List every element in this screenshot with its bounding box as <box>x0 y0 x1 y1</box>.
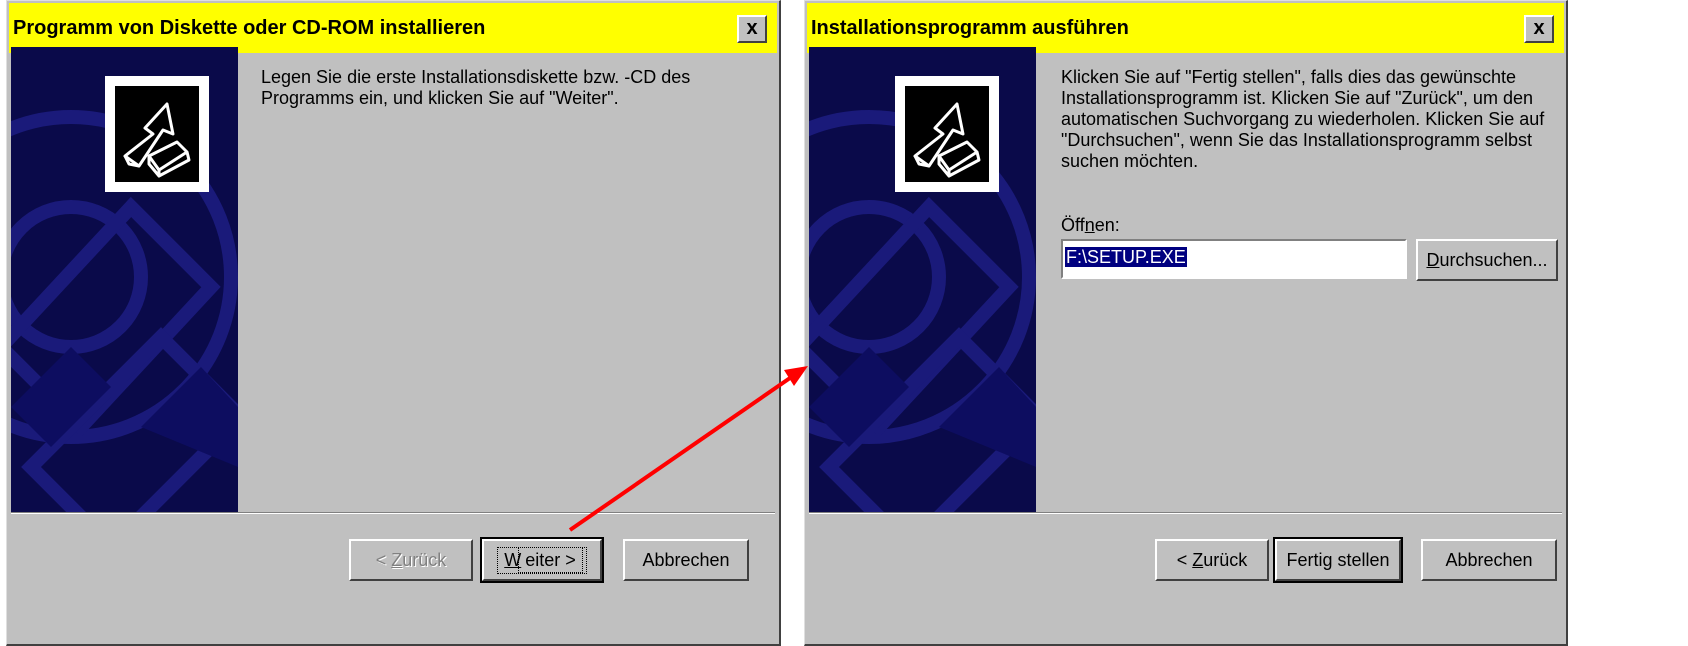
back-rest: urück <box>1203 549 1248 570</box>
open-label-pre: Öff <box>1061 215 1085 235</box>
title-bar: Programm von Diskette oder CD-ROM instal… <box>9 3 777 53</box>
close-icon: x <box>746 17 758 39</box>
next-mnemonic: W <box>504 549 522 570</box>
instruction-text: Klicken Sie auf "Fertig stellen", falls … <box>1061 67 1545 171</box>
back-prefix: < <box>1176 549 1193 570</box>
browse-mnemonic: D <box>1426 249 1440 270</box>
title-bar: Installationsprogramm ausführen x <box>807 3 1564 53</box>
open-path-value: F:\SETUP.EXE <box>1065 247 1187 267</box>
dialog-title: Programm von Diskette oder CD-ROM instal… <box>13 17 486 39</box>
setup-wizard-icon <box>895 76 999 192</box>
setup-wizard-icon <box>105 76 209 192</box>
next-button-label: Weiter > <box>497 546 587 574</box>
finish-label: Fertig stellen <box>1286 549 1390 570</box>
instruction-text: Legen Sie die erste Installationsdiskett… <box>261 67 691 108</box>
open-label-post: en: <box>1094 215 1120 235</box>
next-button[interactable]: Weiter > <box>480 537 604 583</box>
cancel-label: Abbrechen <box>1445 549 1533 570</box>
browse-button[interactable]: Durchsuchen... <box>1416 239 1558 281</box>
open-label-mnemonic: n <box>1084 215 1095 235</box>
separator-highlight <box>11 513 775 514</box>
run-installer-dialog: Installationsprogramm ausführen x Klicke… <box>804 0 1568 646</box>
back-rest: urück <box>402 549 447 570</box>
next-rest: eiter > <box>518 546 583 573</box>
back-button[interactable]: < Zurück <box>349 539 473 581</box>
back-button-label: < Zurück <box>1177 550 1248 571</box>
back-button[interactable]: < Zurück <box>1155 539 1269 581</box>
close-button[interactable]: x <box>1524 15 1554 43</box>
back-mnemonic: Z <box>391 549 403 570</box>
back-button-label: < Zurück <box>376 550 447 571</box>
open-path-input[interactable]: F:\SETUP.EXE <box>1061 239 1407 279</box>
dialog-title: Installationsprogramm ausführen <box>811 17 1129 39</box>
separator-highlight <box>809 513 1562 514</box>
browse-label: Durchsuchen... <box>1426 250 1547 271</box>
close-button[interactable]: x <box>737 15 767 43</box>
browse-rest: urchsuchen... <box>1439 249 1548 270</box>
open-label: Öffnen: <box>1061 215 1120 236</box>
cancel-button[interactable]: Abbrechen <box>1421 539 1557 581</box>
cancel-label: Abbrechen <box>642 549 730 570</box>
close-icon: x <box>1533 17 1545 39</box>
cancel-button[interactable]: Abbrechen <box>623 539 749 581</box>
back-mnemonic: Z <box>1192 549 1204 570</box>
install-dialog: Programm von Diskette oder CD-ROM instal… <box>6 0 781 646</box>
finish-button[interactable]: Fertig stellen <box>1273 537 1403 583</box>
back-prefix: < <box>375 549 392 570</box>
